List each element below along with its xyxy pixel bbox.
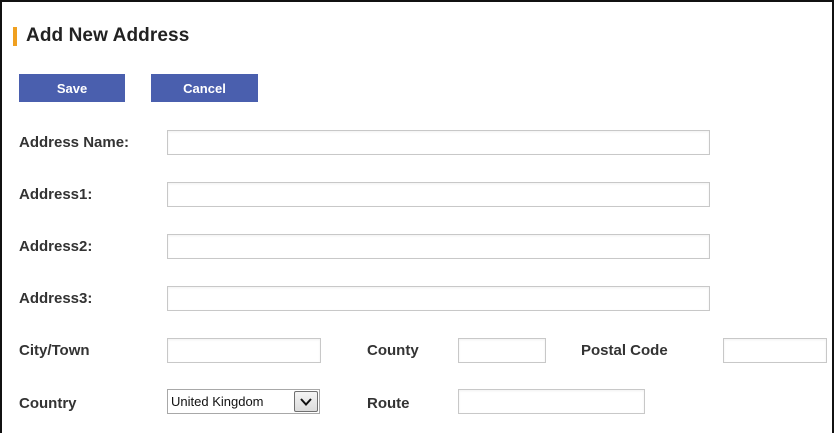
address2-label: Address2: [19, 238, 93, 255]
postal-code-input[interactable] [723, 338, 827, 363]
country-label: Country [19, 395, 77, 412]
address2-input[interactable] [167, 234, 710, 259]
county-label: County [367, 342, 419, 359]
city-town-input[interactable] [167, 338, 321, 363]
chevron-down-icon[interactable] [294, 391, 318, 412]
country-select[interactable]: United Kingdom [167, 389, 320, 414]
city-town-label: City/Town [19, 342, 90, 359]
save-button[interactable]: Save [19, 74, 125, 102]
form-header: Add New Address [13, 25, 189, 47]
postal-code-label: Postal Code [581, 342, 668, 359]
country-select-value: United Kingdom [171, 394, 264, 409]
route-label: Route [367, 395, 410, 412]
address-name-label: Address Name: [19, 134, 130, 151]
address-name-input[interactable] [167, 130, 710, 155]
address3-label: Address3: [19, 290, 93, 307]
county-input[interactable] [458, 338, 546, 363]
route-input[interactable] [458, 389, 645, 414]
address1-input[interactable] [167, 182, 710, 207]
address1-label: Address1: [19, 186, 93, 203]
cancel-button[interactable]: Cancel [151, 74, 258, 102]
form-panel [0, 0, 834, 433]
title-accent-bar [13, 26, 17, 46]
address3-input[interactable] [167, 286, 710, 311]
page-title: Add New Address [26, 25, 190, 46]
